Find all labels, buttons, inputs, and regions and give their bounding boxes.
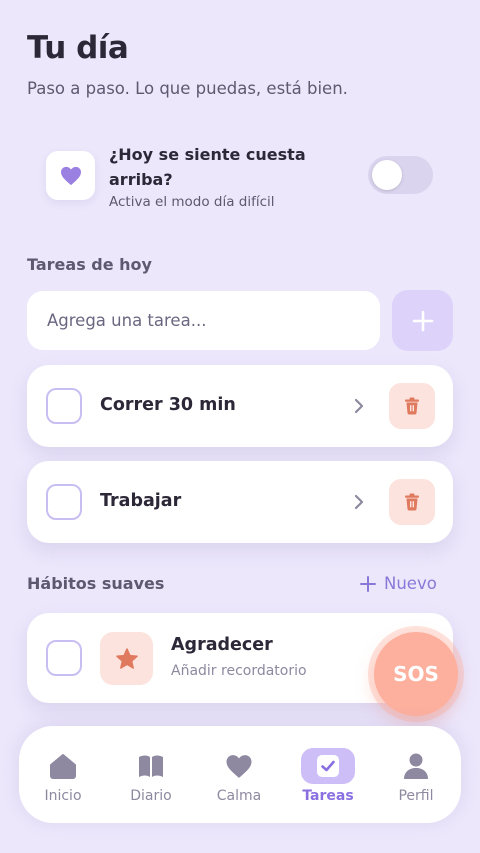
sos-button[interactable]: SOS — [374, 632, 458, 716]
task-name: Correr 30 min — [100, 395, 236, 415]
nav-item-diario[interactable]: Diario — [107, 726, 195, 823]
trash-icon — [405, 397, 419, 415]
chevron-right-icon[interactable] — [352, 397, 366, 415]
add-task-button[interactable] — [392, 290, 453, 351]
hard-day-question: ¿Hoy se siente cuesta arriba? — [109, 145, 306, 189]
home-icon — [50, 754, 76, 779]
task-name: Trabajar — [100, 491, 182, 511]
nav-icon-wrap — [212, 748, 266, 784]
nav-icon-wrap — [124, 748, 178, 784]
task-checkbox[interactable] — [46, 484, 82, 520]
nav-label: Diario — [130, 788, 172, 804]
page-title: Tu día — [27, 30, 129, 66]
task-checkbox[interactable] — [46, 388, 82, 424]
nav-item-inicio[interactable]: Inicio — [19, 726, 107, 823]
plus-icon — [360, 575, 376, 592]
nav-item-tareas[interactable]: Tareas — [284, 726, 372, 823]
tasks-section-title: Tareas de hoy — [27, 255, 152, 274]
toggle-knob — [372, 160, 402, 190]
hard-day-toggle[interactable] — [368, 156, 433, 194]
habit-icon-box — [100, 632, 153, 685]
chevron-right-icon[interactable] — [352, 493, 366, 511]
habit-name: Agradecer — [171, 635, 273, 655]
hard-day-icon-box — [46, 151, 95, 200]
nav-icon-wrap — [301, 748, 355, 784]
heart-icon — [60, 166, 81, 185]
task-input[interactable] — [27, 291, 380, 350]
nav-item-calma[interactable]: Calma — [195, 726, 283, 823]
delete-task-button[interactable] — [389, 479, 435, 525]
new-habit-button[interactable]: Nuevo — [360, 574, 437, 593]
nav-label: Tareas — [302, 788, 354, 804]
hard-day-row: ¿Hoy se siente cuesta arriba? Activa el … — [46, 142, 446, 217]
nav-label: Calma — [216, 788, 262, 804]
trash-icon — [405, 493, 419, 511]
habits-section-title: Hábitos suaves — [27, 574, 165, 593]
habit-checkbox[interactable] — [46, 640, 82, 676]
task-card[interactable]: Trabajar — [27, 461, 453, 543]
nav-icon-wrap — [36, 748, 90, 784]
hard-day-description: Activa el modo día difícil — [109, 194, 275, 210]
nav-item-perfil[interactable]: Perfil — [372, 726, 460, 823]
nav-label: Inicio — [44, 788, 82, 804]
bottom-nav: Inicio Diario Calma Tareas Perfil — [19, 726, 461, 823]
new-habit-label: Nuevo — [384, 574, 437, 593]
check-square-icon — [317, 755, 339, 777]
nav-label: Perfil — [398, 788, 434, 804]
nav-icon-wrap — [389, 748, 443, 784]
user-icon — [404, 753, 428, 779]
habit-reminder-link[interactable]: Añadir recordatorio — [171, 663, 307, 679]
heart-icon — [226, 754, 252, 778]
task-card[interactable]: Correr 30 min — [27, 365, 453, 447]
book-icon — [139, 755, 163, 777]
delete-task-button[interactable] — [389, 383, 435, 429]
page-subtitle: Paso a paso. Lo que puedas, está bien. — [27, 79, 348, 98]
star-icon — [115, 647, 138, 669]
plus-icon — [412, 310, 433, 331]
